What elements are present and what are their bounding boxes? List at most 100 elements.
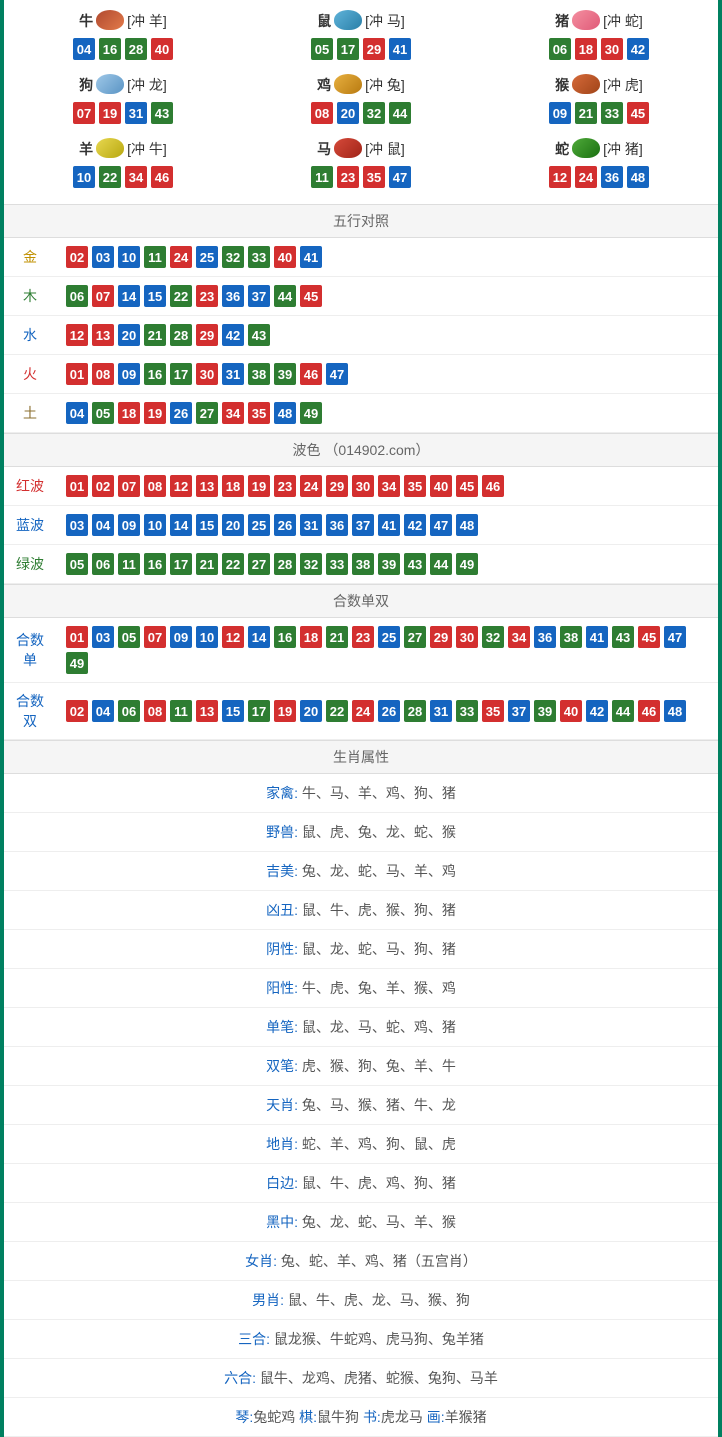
- number-ball: 18: [118, 402, 140, 424]
- number-ball: 15: [222, 700, 244, 722]
- number-ball: 35: [482, 700, 504, 722]
- number-list: 0102070812131819232429303435404546: [66, 475, 708, 497]
- number-ball: 10: [73, 166, 95, 188]
- row-label: 水: [4, 316, 56, 355]
- attribute-label: 白边:: [266, 1175, 302, 1191]
- attribute-value: 鼠、牛、虎、龙、马、猴、狗: [288, 1292, 470, 1308]
- number-ball: 24: [300, 475, 322, 497]
- number-ball: 34: [222, 402, 244, 424]
- zodiac-chong: [冲 鼠]: [365, 139, 405, 159]
- number-list: 0103050709101214161821232527293032343638…: [66, 626, 708, 674]
- number-ball: 36: [601, 166, 623, 188]
- number-list: 0204060811131517192022242628313335373940…: [66, 700, 708, 722]
- number-ball: 40: [430, 475, 452, 497]
- number-row: 09213345: [480, 102, 718, 124]
- number-ball: 12: [549, 166, 571, 188]
- attribute-value: 鼠、龙、马、蛇、鸡、猪: [302, 1019, 456, 1035]
- number-ball: 09: [549, 102, 571, 124]
- four-arts-label: 棋:: [299, 1409, 317, 1425]
- number-ball: 14: [170, 514, 192, 536]
- attribute-label: 家禽:: [266, 785, 302, 801]
- attribute-label: 阴性:: [266, 941, 302, 957]
- number-ball: 06: [66, 285, 88, 307]
- number-ball: 48: [456, 514, 478, 536]
- section-header-shuxing: 生肖属性: [4, 740, 718, 774]
- number-ball: 30: [456, 626, 478, 648]
- attribute-list: 家禽: 牛、马、羊、鸡、狗、猪野兽: 鼠、虎、兔、龙、蛇、猴吉美: 兔、龙、蛇、…: [4, 774, 718, 1398]
- number-list: 1213202128294243: [66, 324, 708, 346]
- zodiac-name: 猪: [555, 11, 569, 31]
- number-ball: 06: [118, 700, 140, 722]
- number-ball: 07: [92, 285, 114, 307]
- four-arts-value: 虎龙马: [381, 1409, 423, 1425]
- attribute-value: 牛、虎、兔、羊、猴、鸡: [302, 980, 456, 996]
- number-ball: 17: [170, 363, 192, 385]
- number-ball: 25: [248, 514, 270, 536]
- number-ball: 11: [118, 553, 140, 575]
- attribute-row: 吉美: 兔、龙、蛇、马、羊、鸡: [4, 852, 718, 891]
- bose-table: 红波0102070812131819232429303435404546蓝波03…: [4, 467, 718, 584]
- number-ball: 31: [222, 363, 244, 385]
- attribute-label: 女肖:: [245, 1253, 281, 1269]
- attribute-value: 兔、龙、蛇、马、羊、猴: [302, 1214, 456, 1230]
- number-ball: 45: [456, 475, 478, 497]
- number-row: 11233547: [242, 166, 480, 188]
- number-ball: 41: [586, 626, 608, 648]
- zodiac-chong: [冲 马]: [365, 11, 405, 31]
- number-ball: 40: [274, 246, 296, 268]
- number-ball: 39: [378, 553, 400, 575]
- number-ball: 02: [66, 246, 88, 268]
- table-row: 红波0102070812131819232429303435404546: [4, 467, 718, 506]
- number-ball: 05: [92, 402, 114, 424]
- attribute-value: 鼠、牛、虎、猴、狗、猪: [302, 902, 456, 918]
- zodiac-cell: 猪[冲 蛇]06183042: [480, 4, 718, 68]
- number-ball: 32: [482, 626, 504, 648]
- number-ball: 28: [170, 324, 192, 346]
- attribute-value: 牛、马、羊、鸡、狗、猪: [302, 785, 456, 801]
- attribute-value: 鼠牛、龙鸡、虎猪、蛇猴、兔狗、马羊: [260, 1370, 498, 1386]
- number-ball: 26: [170, 402, 192, 424]
- number-ball: 22: [170, 285, 192, 307]
- number-row: 10223446: [4, 166, 242, 188]
- number-ball: 33: [456, 700, 478, 722]
- section-header-bose: 波色 （014902.com）: [4, 433, 718, 467]
- attribute-value: 虎、猴、狗、兔、羊、牛: [302, 1058, 456, 1074]
- number-ball: 17: [337, 38, 359, 60]
- number-list: 03040910141520252631363741424748: [66, 514, 708, 536]
- four-arts-value: 兔蛇鸡: [253, 1409, 295, 1425]
- number-ball: 05: [118, 626, 140, 648]
- table-row: 水 1213202128294243: [4, 316, 718, 355]
- number-ball: 42: [586, 700, 608, 722]
- number-ball: 37: [352, 514, 374, 536]
- number-ball: 49: [300, 402, 322, 424]
- row-label: 绿波: [4, 545, 56, 584]
- number-ball: 43: [248, 324, 270, 346]
- number-ball: 23: [352, 626, 374, 648]
- number-list: 06071415222336374445: [66, 285, 708, 307]
- zodiac-cell: 马 [冲 鼠] 11233547: [242, 132, 480, 196]
- number-ball: 12: [66, 324, 88, 346]
- number-ball: 45: [638, 626, 660, 648]
- number-ball: 03: [92, 626, 114, 648]
- number-ball: 19: [99, 102, 121, 124]
- number-ball: 35: [248, 402, 270, 424]
- zodiac-name: 马: [317, 139, 331, 159]
- zodiac-name: 鸡: [317, 75, 331, 95]
- number-ball: 01: [66, 475, 88, 497]
- snake-icon: [571, 138, 601, 160]
- number-ball: 16: [274, 626, 296, 648]
- number-ball: 37: [508, 700, 530, 722]
- section-header-heshu: 合数单双: [4, 584, 718, 618]
- horse-icon: [333, 138, 363, 160]
- number-ball: 08: [144, 700, 166, 722]
- number-ball: 08: [92, 363, 114, 385]
- number-ball: 32: [300, 553, 322, 575]
- four-arts-value: 鼠牛狗: [317, 1409, 359, 1425]
- attribute-row: 六合: 鼠牛、龙鸡、虎猪、蛇猴、兔狗、马羊: [4, 1359, 718, 1398]
- table-row: 合数单0103050709101214161821232527293032343…: [4, 618, 718, 683]
- attribute-label: 单笔:: [266, 1019, 302, 1035]
- attribute-row: 阳性: 牛、虎、兔、羊、猴、鸡: [4, 969, 718, 1008]
- rat-icon: [333, 10, 363, 32]
- number-ball: 21: [196, 553, 218, 575]
- number-ball: 20: [300, 700, 322, 722]
